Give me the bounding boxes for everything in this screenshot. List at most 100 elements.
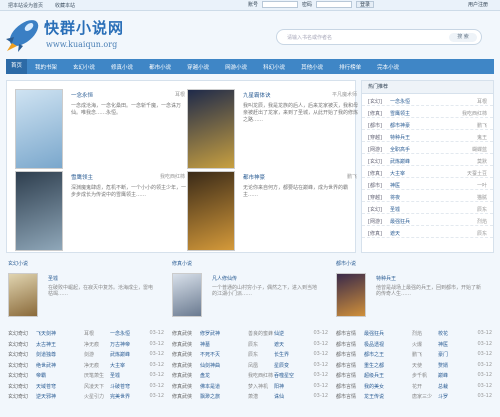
book-title-link[interactable]: 圣墟	[110, 372, 120, 379]
site-logo[interactable]: 快群小说网 www.kuaiqun.org	[4, 13, 144, 53]
book-title-link[interactable]: 武炼巅峰	[110, 351, 130, 358]
list-item[interactable]: 修真武侠 神墓 辰东 遮天 03-12	[172, 338, 328, 349]
ranking-row[interactable]: [修真] 雪鹰领主 我吃西红柿	[362, 106, 493, 118]
book-title-link[interactable]: 盘龙	[200, 372, 210, 379]
book-cover-image[interactable]	[187, 171, 235, 251]
username-input[interactable]	[262, 1, 299, 8]
book-title-link[interactable]: 诛仙	[274, 393, 284, 400]
register-link[interactable]: 用户注册	[468, 1, 488, 8]
nav-item[interactable]: 我的书架	[27, 63, 65, 71]
section-title[interactable]: 玄幻小说	[8, 259, 28, 270]
ranking-book-title[interactable]: 全职高手	[390, 146, 410, 153]
ranking-book-title[interactable]: 雪鹰领主	[390, 110, 410, 117]
nav-item[interactable]: 修真小说	[103, 63, 141, 71]
ranking-row[interactable]: [网游] 最强狂兵 烈焰	[362, 214, 493, 226]
list-item[interactable]: 玄幻奇幻 帝霸 厌笔萧生 圣墟 03-12	[8, 369, 164, 380]
section-featured-book[interactable]: 凡人修仙传 一个普通的山村穷小子，偶然之下，进入到当地的江湖小门派……	[172, 273, 322, 329]
ranking-row[interactable]: [玄幻] 武炼巅峰 莫默	[362, 154, 493, 166]
book-cover-image[interactable]	[15, 89, 63, 169]
list-item[interactable]: 修真武侠 佛本是道 梦入神机 阳神 03-12	[172, 380, 328, 391]
list-item[interactable]: 玄幻奇幻 逆天邪神 火星引力 完美世界 03-12	[8, 390, 164, 401]
book-title[interactable]: 圣墟	[48, 275, 58, 282]
book-title-link[interactable]: 一念永恒	[110, 330, 130, 337]
book-title-link[interactable]: 遮天	[274, 341, 284, 348]
list-item[interactable]: 修真武侠 飘渺之旅 萧潜 诛仙 03-12	[172, 390, 328, 401]
book-title-link[interactable]: 飞天剑神	[36, 330, 56, 337]
ranking-row[interactable]: [都市] 神医 一叶	[362, 178, 493, 190]
book-title-link[interactable]: 佛本是道	[200, 383, 220, 390]
book-title-link[interactable]: 重生之都	[364, 362, 384, 369]
list-item[interactable]: 修真武侠 修罗武神 善良的蜜蜂 仙逆 03-12	[172, 327, 328, 338]
book-title-link[interactable]: 绝世武神	[36, 362, 56, 369]
set-homepage-link[interactable]: 把本站设为首页	[8, 2, 43, 9]
book-title[interactable]: 凡人修仙传	[212, 275, 237, 282]
list-item[interactable]: 都市言情 超级兵王 步千帆 巅峰 03-12	[336, 369, 492, 380]
book-title-link[interactable]: 极品透视	[364, 341, 384, 348]
ranking-book-title[interactable]: 最强狂兵	[390, 218, 410, 225]
book-title[interactable]: 都市神豪	[243, 173, 265, 181]
nav-item[interactable]: 完本小说	[369, 63, 407, 71]
list-item[interactable]: 玄幻奇幻 飞天剑神 耳根 一念永恒 03-12	[8, 327, 164, 338]
featured-book[interactable]: 一念永恒 耳根 一念成沧海，一念化桑田。一念斩千魔，一念诛万仙。唯我念……永恒。	[15, 89, 187, 173]
book-title-link[interactable]: 飘渺之旅	[200, 393, 220, 400]
book-title-link[interactable]: 校花	[438, 330, 448, 337]
book-title[interactable]: 九星霸体诀	[243, 91, 271, 99]
ranking-book-title[interactable]: 都市神豪	[390, 122, 410, 129]
nav-item[interactable]: 都市小说	[141, 63, 179, 71]
book-title[interactable]: 一念永恒	[71, 91, 93, 99]
ranking-book-title[interactable]: 一念永恒	[390, 98, 410, 105]
book-title-link[interactable]: 巅峰	[438, 372, 448, 379]
book-title-link[interactable]: 神墓	[200, 341, 210, 348]
nav-item[interactable]: 排行榜单	[331, 63, 369, 71]
ranking-book-title[interactable]: 将夜	[390, 194, 400, 201]
list-item[interactable]: 修真武侠 盘龙 我吃西红柿 吞噬星空 03-12	[172, 369, 328, 380]
book-title-link[interactable]: 逆天邪神	[36, 393, 56, 400]
book-title[interactable]: 雪鹰领主	[71, 173, 93, 181]
book-title-link[interactable]: 神医	[438, 341, 448, 348]
section-title[interactable]: 都市小说	[336, 259, 356, 270]
book-title-link[interactable]: 阳神	[274, 383, 284, 390]
ranking-book-title[interactable]: 特种兵王	[390, 134, 410, 141]
list-item[interactable]: 都市言情 龙王传说 唐家三少 斗罗 03-12	[336, 390, 492, 401]
nav-item[interactable]: 科幻小说	[255, 63, 293, 71]
nav-item[interactable]: 其他小说	[293, 63, 331, 71]
book-title-link[interactable]: 天域苍穹	[36, 383, 56, 390]
list-item[interactable]: 都市言情 都市之王 鹏飞 豪门 03-12	[336, 348, 492, 359]
list-item[interactable]: 都市言情 我的美女 花开 总裁 03-12	[336, 380, 492, 391]
book-title[interactable]: 特种兵王	[376, 275, 396, 282]
list-item[interactable]: 玄幻奇幻 绝世武神 净无痕 大主宰 03-12	[8, 359, 164, 370]
section-featured-book[interactable]: 圣墟 在破败中崛起，在寂灭中复苏。沧海成尘，雷电枯竭……	[8, 273, 158, 329]
ranking-row[interactable]: [修真] 遮天 辰东	[362, 226, 493, 238]
book-title-link[interactable]: 剑道独尊	[36, 351, 56, 358]
ranking-row[interactable]: [修真] 大主宰 天蚕土豆	[362, 166, 493, 178]
book-title-link[interactable]: 我的美女	[364, 383, 384, 390]
book-title-link[interactable]: 最强狂兵	[364, 330, 384, 337]
list-item[interactable]: 玄幻奇幻 剑道独尊 剑游 武炼巅峰 03-12	[8, 348, 164, 359]
search-input[interactable]: 请输入书名或作者名	[287, 34, 332, 41]
list-item[interactable]: 都市言情 极品透视 火爆 神医 03-12	[336, 338, 492, 349]
ranking-row[interactable]: [穿越] 特种兵王 鬼王	[362, 130, 493, 142]
book-title-link[interactable]: 都市之王	[364, 351, 384, 358]
list-item[interactable]: 玄幻奇幻 天域苍穹 风凌天下 斗破苍穹 03-12	[8, 380, 164, 391]
nav-item[interactable]: 网游小说	[217, 63, 255, 71]
book-title-link[interactable]: 大主宰	[110, 362, 125, 369]
book-title-link[interactable]: 太古神王	[36, 341, 56, 348]
featured-book[interactable]: 雪鹰领主 我吃西红柿 深渊魔鬼肆虐，危机不断，一个小小的领主少年，一步步成长为传说中…	[15, 171, 187, 255]
bookmark-link[interactable]: 收藏本站	[55, 2, 75, 9]
nav-item[interactable]: 玄幻小说	[65, 63, 103, 71]
book-cover-image[interactable]	[15, 171, 63, 251]
login-button[interactable]: 登录	[356, 1, 375, 8]
book-title-link[interactable]: 万古神帝	[110, 341, 130, 348]
featured-book[interactable]: 九星霸体诀 平凡魔术师 我叫龙辰，我是龙族的后人，后来龙家被灭，我和母亲被赶出了龙家…	[187, 89, 359, 173]
ranking-row[interactable]: [玄幻] 圣墟 辰东	[362, 202, 493, 214]
book-title-link[interactable]: 斗破苍穹	[110, 383, 130, 390]
list-item[interactable]: 玄幻奇幻 太古神王 净无痕 万古神帝 03-12	[8, 338, 164, 349]
book-cover-image[interactable]	[187, 89, 235, 169]
nav-item[interactable]: 首页	[6, 59, 28, 74]
book-title-link[interactable]: 赘婿	[438, 362, 448, 369]
ranking-book-title[interactable]: 武炼巅峰	[390, 158, 410, 165]
book-cover-image[interactable]	[172, 273, 202, 317]
nav-item[interactable]: 穿越小说	[179, 63, 217, 71]
ranking-row[interactable]: [玄幻] 一念永恒 耳根	[362, 94, 493, 106]
ranking-book-title[interactable]: 圣墟	[390, 206, 400, 213]
